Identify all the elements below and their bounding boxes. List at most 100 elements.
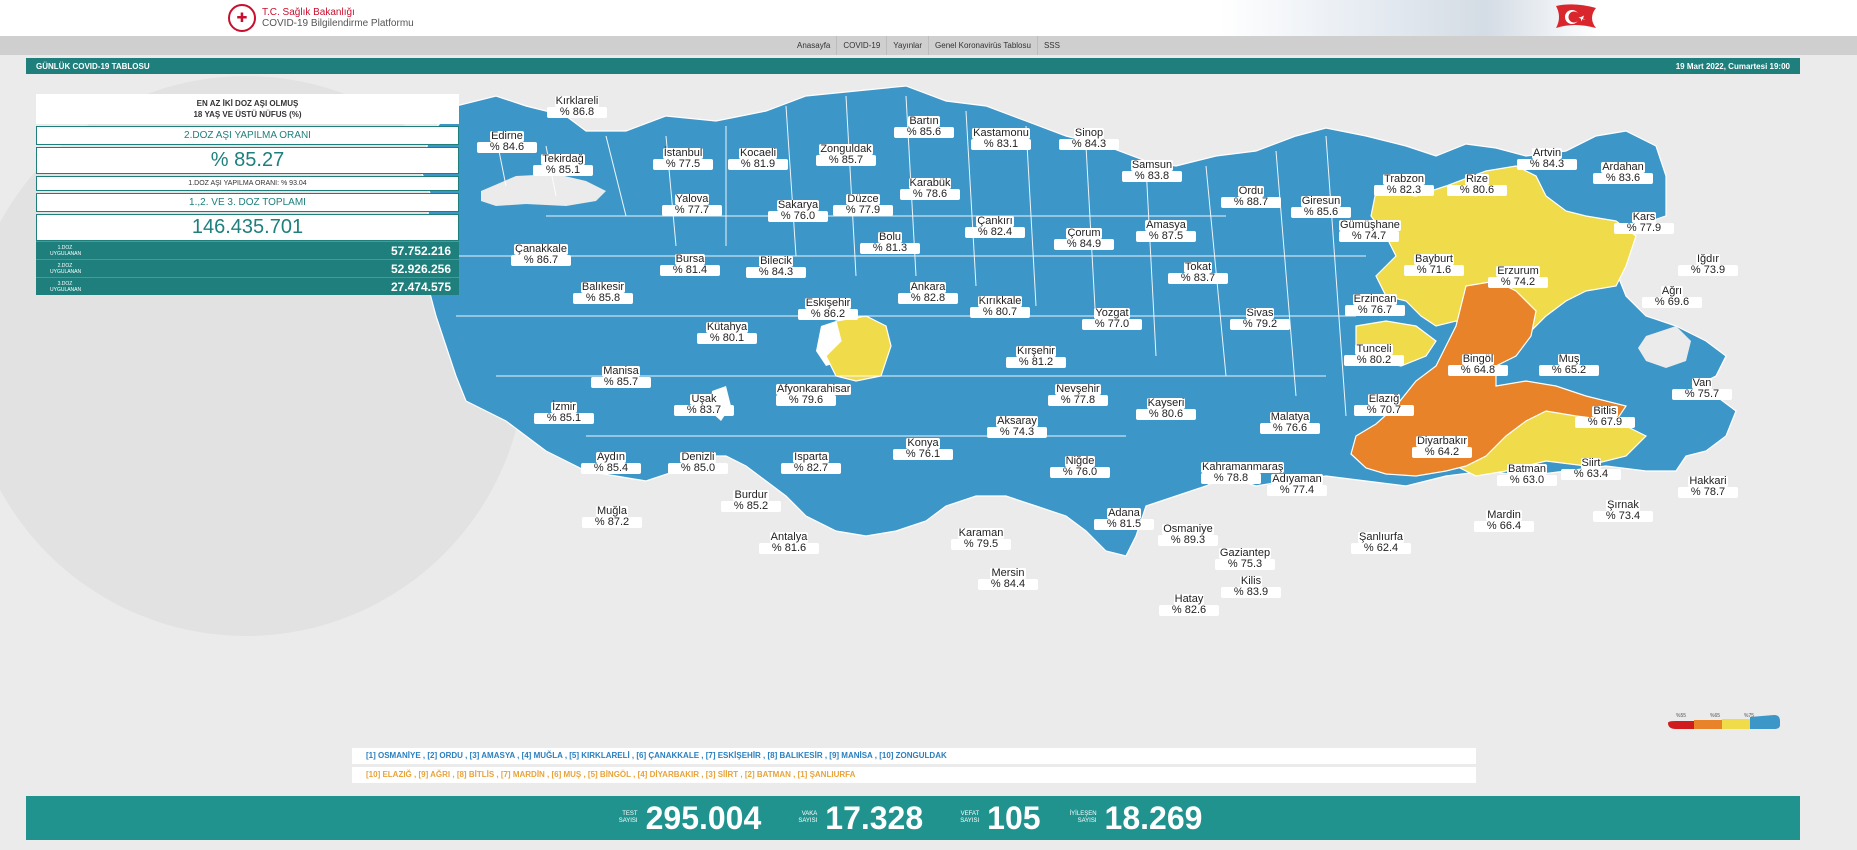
city-label[interactable]: Gümüşhane% 74.7 — [1339, 220, 1401, 242]
city-label[interactable]: Bilecik% 84.3 — [746, 256, 806, 278]
nav-home[interactable]: Anasayfa — [791, 36, 838, 55]
city-label[interactable]: Denizli% 85.0 — [668, 452, 728, 474]
city-label[interactable]: Yalova% 77.7 — [662, 194, 722, 216]
nav-publications[interactable]: Yayınlar — [887, 36, 930, 55]
city-label[interactable]: Iğdır% 73.9 — [1678, 254, 1738, 276]
nav-covid19[interactable]: COVID-19 — [837, 36, 888, 55]
city-label[interactable]: Edirne% 84.6 — [477, 131, 537, 153]
city-label[interactable]: Aydın% 85.4 — [581, 452, 641, 474]
ministry-logo[interactable]: ✚ T.C. Sağlık Bakanlığı COVID-19 Bilgile… — [228, 4, 414, 32]
dose3-sublabel: UYGULANAN — [50, 286, 82, 293]
city-label[interactable]: Sinop% 84.3 — [1059, 128, 1119, 150]
city-label[interactable]: Kilis% 83.9 — [1221, 576, 1281, 598]
city-label[interactable]: Elazığ% 70.7 — [1354, 394, 1414, 416]
city-rate: % 75.7 — [1672, 389, 1732, 400]
city-label[interactable]: Kırıkkale% 80.7 — [970, 296, 1030, 318]
city-label[interactable]: Muğla% 87.2 — [582, 506, 642, 528]
city-label[interactable]: Osmaniye% 89.3 — [1158, 524, 1218, 546]
city-label[interactable]: Mersin% 84.4 — [978, 568, 1038, 590]
city-label[interactable]: Trabzon% 82.3 — [1374, 174, 1434, 196]
city-label[interactable]: Isparta% 82.7 — [781, 452, 841, 474]
city-label[interactable]: Artvin% 84.3 — [1517, 148, 1577, 170]
panel-heading-line2: 18 YAŞ VE ÜSTÜ NÜFUS (%) — [193, 110, 302, 119]
city-rate: % 80.2 — [1344, 355, 1404, 366]
city-label[interactable]: Bayburt% 71.6 — [1404, 254, 1464, 276]
city-label[interactable]: Siirt% 63.4 — [1561, 458, 1621, 480]
city-label[interactable]: Kayseri% 80.6 — [1136, 398, 1196, 420]
city-label[interactable]: Ağrı% 69.6 — [1642, 286, 1702, 308]
nav-general-table[interactable]: Genel Koronavirüs Tablosu — [929, 36, 1038, 55]
city-label[interactable]: Erzincan% 76.7 — [1345, 294, 1405, 316]
city-label[interactable]: Ordu% 88.7 — [1221, 186, 1281, 208]
city-label[interactable]: Tokat% 83.7 — [1168, 262, 1228, 284]
city-label[interactable]: Karaman% 79.5 — [951, 528, 1011, 550]
city-rate: % 85.7 — [591, 377, 651, 388]
city-label[interactable]: Düzce% 77.9 — [833, 194, 893, 216]
city-label[interactable]: Antalya% 81.6 — [759, 532, 819, 554]
city-label[interactable]: Giresun% 85.6 — [1291, 196, 1351, 218]
city-label[interactable]: Ankara% 82.8 — [898, 282, 958, 304]
city-rate: % 80.1 — [697, 333, 757, 344]
city-label[interactable]: Malatya% 76.6 — [1260, 412, 1320, 434]
city-label[interactable]: Çankırı% 82.4 — [965, 216, 1025, 238]
city-label[interactable]: Kocaeli% 81.9 — [728, 148, 788, 170]
city-rate: % 65.2 — [1539, 365, 1599, 376]
city-rate: % 74.2 — [1488, 277, 1548, 288]
city-label[interactable]: Van% 75.7 — [1672, 378, 1732, 400]
city-label[interactable]: Afyonkarahisar% 79.6 — [776, 384, 852, 406]
city-label[interactable]: Uşak% 83.7 — [674, 394, 734, 416]
city-label[interactable]: Bursa% 81.4 — [660, 254, 720, 276]
city-label[interactable]: Kastamonu% 83.1 — [971, 128, 1031, 150]
city-label[interactable]: Tekirdağ% 85.1 — [533, 154, 593, 176]
city-label[interactable]: Karabük% 78.6 — [900, 178, 960, 200]
city-label[interactable]: Muş% 65.2 — [1539, 354, 1599, 376]
city-label[interactable]: Bingöl% 64.8 — [1448, 354, 1508, 376]
city-label[interactable]: Nevşehir% 77.8 — [1048, 384, 1108, 406]
city-rate: % 82.8 — [898, 293, 958, 304]
city-label[interactable]: Şanlıurfa% 62.4 — [1351, 532, 1411, 554]
city-label[interactable]: Hatay% 82.6 — [1159, 594, 1219, 616]
city-label[interactable]: Bartın% 85.6 — [894, 116, 954, 138]
city-label[interactable]: Diyarbakır% 64.2 — [1412, 436, 1472, 458]
city-label[interactable]: İzmir% 85.1 — [534, 402, 594, 424]
city-label[interactable]: Kütahya% 80.1 — [697, 322, 757, 344]
city-label[interactable]: Çanakkale% 86.7 — [511, 244, 571, 266]
city-label[interactable]: Zonguldak% 85.7 — [816, 144, 876, 166]
dose3-value: 27.474.575 — [390, 279, 451, 294]
city-label[interactable]: Manisa% 85.7 — [591, 366, 651, 388]
city-label[interactable]: Konya% 76.1 — [893, 438, 953, 460]
city-label[interactable]: Burdur% 85.2 — [721, 490, 781, 512]
city-label[interactable]: Samsun% 83.8 — [1122, 160, 1182, 182]
city-label[interactable]: Tunceli% 80.2 — [1344, 344, 1404, 366]
city-label[interactable]: Adıyaman% 77.4 — [1267, 474, 1327, 496]
city-label[interactable]: Eskişehir% 86.2 — [798, 298, 858, 320]
city-label[interactable]: Şırnak% 73.4 — [1593, 500, 1653, 522]
city-rate: % 77.9 — [833, 205, 893, 216]
city-label[interactable]: Aksaray% 74.3 — [987, 416, 1047, 438]
city-label[interactable]: Mardin% 66.4 — [1474, 510, 1534, 532]
city-label[interactable]: Rize% 80.6 — [1447, 174, 1507, 196]
city-label[interactable]: Çorum% 84.9 — [1054, 228, 1114, 250]
city-label[interactable]: Kırşehir% 81.2 — [1006, 346, 1066, 368]
city-label[interactable]: Gaziantep% 75.3 — [1215, 548, 1275, 570]
city-label[interactable]: Kars% 77.9 — [1614, 212, 1674, 234]
city-label[interactable]: Adana% 81.5 — [1094, 508, 1154, 530]
city-label[interactable]: Bitlis% 67.9 — [1575, 406, 1635, 428]
city-label[interactable]: Ardahan% 83.6 — [1593, 162, 1653, 184]
dose1-rate-note: 1.DOZ AŞI YAPILMA ORANI: % 93.04 — [36, 176, 459, 191]
city-label[interactable]: İstanbul% 77.5 — [653, 148, 713, 170]
city-label[interactable]: Niğde% 76.0 — [1050, 456, 1110, 478]
city-label[interactable]: Hakkari% 78.7 — [1678, 476, 1738, 498]
city-label[interactable]: Sakarya% 76.0 — [768, 200, 828, 222]
nav-faq[interactable]: SSS — [1038, 36, 1066, 55]
city-label[interactable]: Kırklareli% 86.8 — [547, 96, 607, 118]
city-label[interactable]: Batman% 63.0 — [1497, 464, 1557, 486]
city-label[interactable]: Sivas% 79.2 — [1230, 308, 1290, 330]
city-label[interactable]: Amasya% 87.5 — [1136, 220, 1196, 242]
city-label[interactable]: Kahramanmaraş% 78.8 — [1201, 462, 1285, 484]
city-label[interactable]: Yozgat% 77.0 — [1082, 308, 1142, 330]
city-label[interactable]: Balıkesir% 85.8 — [573, 282, 633, 304]
city-label[interactable]: Bolu% 81.3 — [860, 232, 920, 254]
city-label[interactable]: Erzurum% 74.2 — [1488, 266, 1548, 288]
city-rate: % 89.3 — [1158, 535, 1218, 546]
